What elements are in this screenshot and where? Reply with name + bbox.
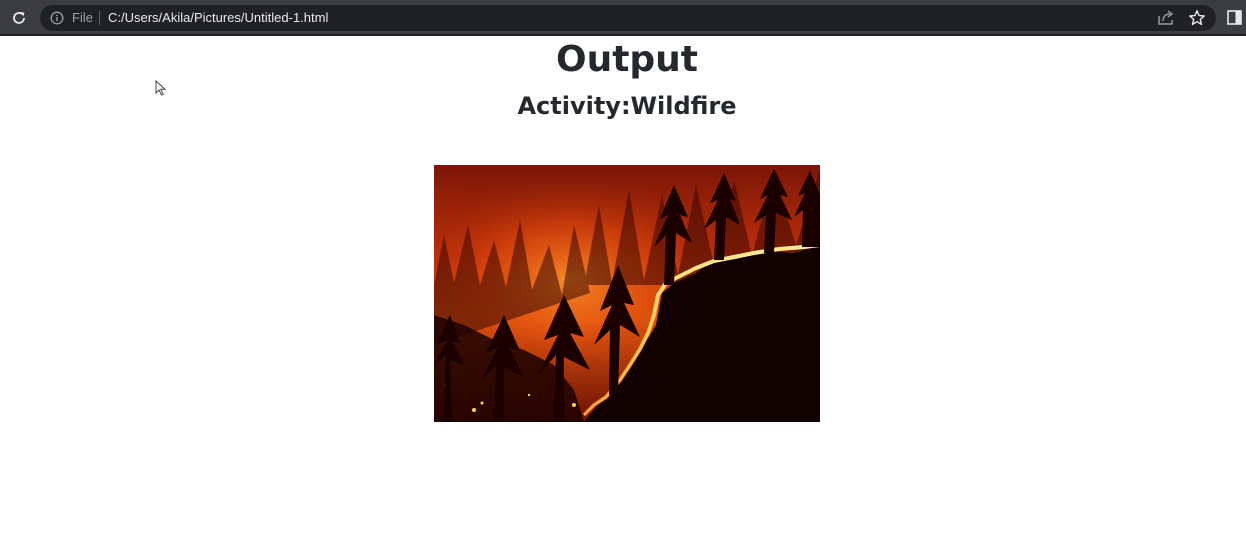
browser-toolbar: File C:/Users/Akila/Pictures/Untitled-1.… (0, 0, 1246, 36)
omnibox-divider (99, 11, 100, 25)
share-icon[interactable] (1157, 10, 1175, 26)
address-bar[interactable]: File C:/Users/Akila/Pictures/Untitled-1.… (40, 5, 1216, 31)
page-title: Output (555, 39, 699, 80)
side-panel-icon[interactable] (1227, 10, 1242, 25)
url-scheme-label: File (72, 10, 93, 25)
star-icon[interactable] (1188, 9, 1206, 27)
info-icon[interactable] (50, 11, 64, 25)
reload-button[interactable] (8, 7, 30, 29)
mouse-cursor-icon (155, 80, 167, 96)
toolbar-divider (0, 34, 1246, 36)
url-text[interactable]: C:/Users/Akila/Pictures/Untitled-1.html (108, 10, 328, 26)
reload-icon (13, 12, 25, 24)
activity-subtitle: Activity:Wildfire (517, 92, 737, 120)
wildfire-image (434, 165, 820, 422)
